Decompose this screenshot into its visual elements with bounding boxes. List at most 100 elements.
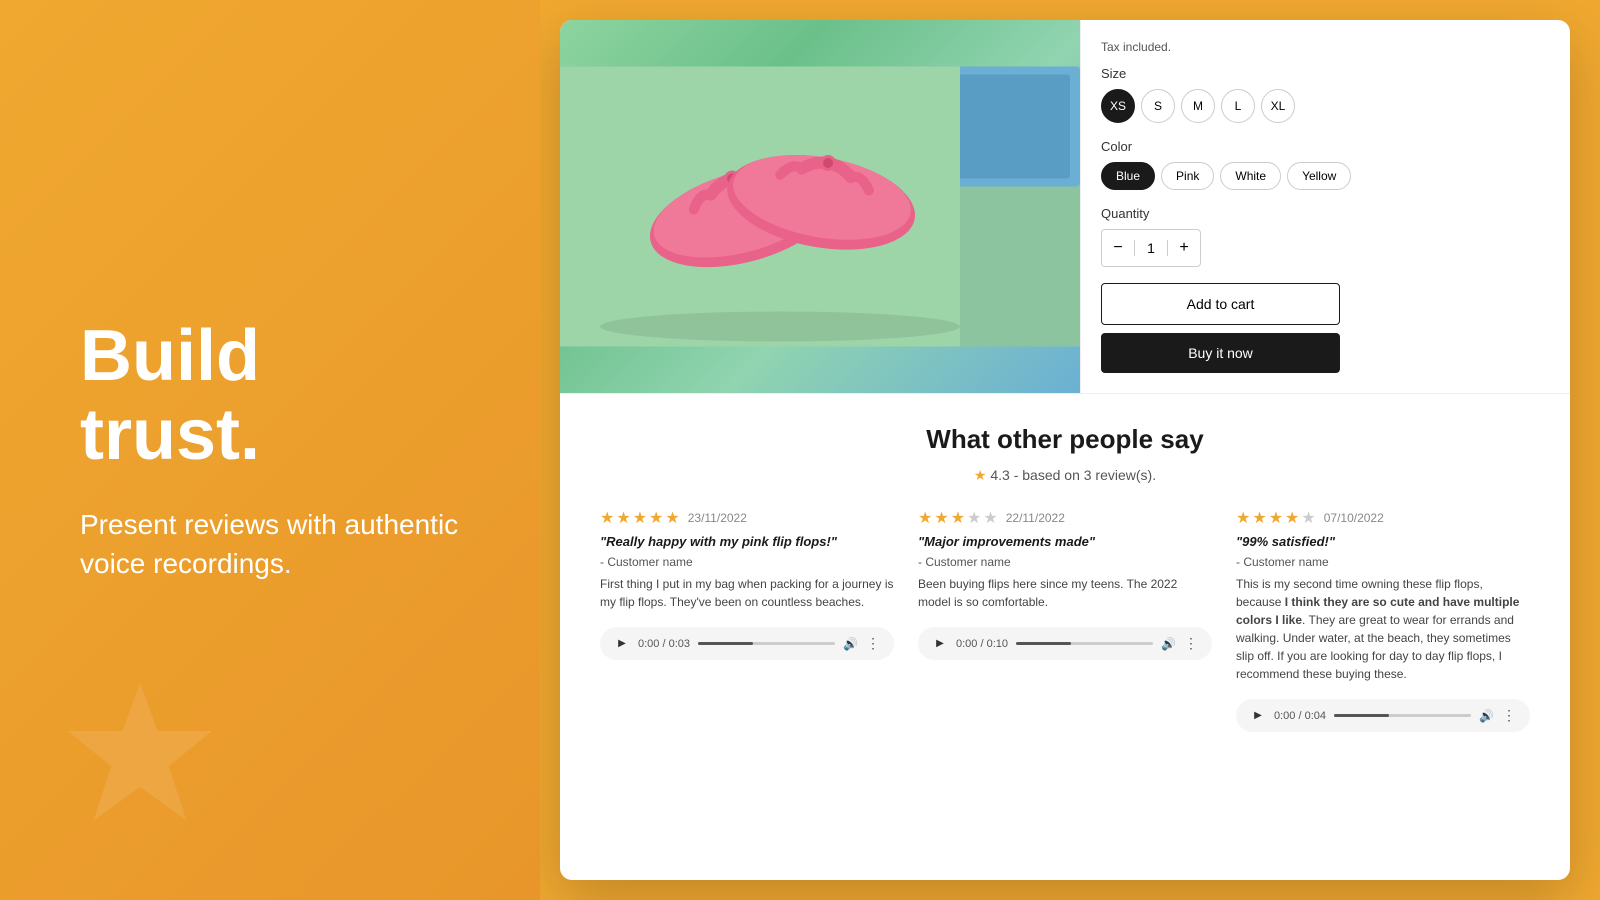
size-xl[interactable]: XL [1261,89,1295,123]
review-1-audio-player[interactable]: ▶ 0:00 / 0:03 🔊 ⋮ [600,627,894,660]
review-3-header: ★ ★ ★ ★ ★ 07/10/2022 [1236,508,1530,528]
buy-now-button[interactable]: Buy it now [1101,333,1340,373]
qty-label: Quantity [1101,206,1340,221]
review-2-header: ★ ★ ★ ★ ★ 22/11/2022 [918,508,1212,528]
review-2-title: "Major improvements made" [918,534,1212,549]
overall-star-icon: ★ [974,467,987,483]
star-icon: ★ [649,508,663,528]
star-icon: ★ [1269,508,1283,528]
color-blue[interactable]: Blue [1101,162,1155,190]
star-icon: ★ [616,508,630,528]
review-1-audio-time: 0:00 / 0:03 [638,638,690,650]
review-1-title: "Really happy with my pink flip flops!" [600,534,894,549]
star-icon: ★ [600,508,614,528]
product-sidebar: Tax included. Size XS S M L XL [1080,20,1360,393]
review-3-stars: ★ ★ ★ ★ ★ [1236,508,1316,528]
review-1-audio-progress[interactable] [698,642,835,645]
description: Present reviews with authentic voice rec… [80,505,480,583]
color-label: Color [1101,139,1340,154]
star-empty-icon: ★ [1301,508,1315,528]
size-label: Size [1101,66,1340,81]
review-card-3: ★ ★ ★ ★ ★ 07/10/2022 "99% satisfied!" - … [1236,508,1530,732]
play-icon[interactable]: ▶ [932,636,948,652]
review-3-audio-player[interactable]: ▶ 0:00 / 0:04 🔊 ⋮ [1236,699,1530,732]
review-2-audio-time: 0:00 / 0:10 [956,638,1008,650]
headline-line2: trust. [80,395,260,475]
product-image-area [560,20,1080,393]
size-m[interactable]: M [1181,89,1215,123]
review-3-progress-fill [1334,714,1389,717]
review-2-author: - Customer name [918,555,1212,569]
size-section: Size XS S M L XL [1101,66,1340,123]
review-1-progress-fill [698,642,753,645]
qty-value: 1 [1134,240,1168,256]
add-to-cart-button[interactable]: Add to cart [1101,283,1340,325]
star-empty-icon: ★ [983,508,997,528]
star-icon: ★ [1285,508,1299,528]
review-3-date: 07/10/2022 [1324,511,1384,525]
review-2-date: 22/11/2022 [1006,511,1065,525]
left-panel: Build trust. Present reviews with authen… [0,0,540,900]
play-icon[interactable]: ▶ [614,636,630,652]
star-icon: ★ [934,508,948,528]
star-icon: ★ [665,508,679,528]
qty-control: − 1 + [1101,229,1201,267]
color-pink[interactable]: Pink [1161,162,1214,190]
review-3-author: - Customer name [1236,555,1530,569]
overall-rating: ★ 4.3 - based on 3 review(s). [600,467,1530,484]
more-icon[interactable]: ⋮ [866,635,880,652]
star-empty-icon: ★ [967,508,981,528]
more-icon[interactable]: ⋮ [1502,707,1516,724]
volume-icon[interactable]: 🔊 [843,637,858,651]
product-top: Tax included. Size XS S M L XL [560,20,1570,394]
reviews-section: What other people say ★ 4.3 - based on 3… [560,394,1570,762]
browser-content: Tax included. Size XS S M L XL [560,20,1570,880]
review-1-text: First thing I put in my bag when packing… [600,575,894,611]
more-icon[interactable]: ⋮ [1184,635,1198,652]
right-panel: Tax included. Size XS S M L XL [540,0,1600,900]
star-icon: ★ [918,508,932,528]
tax-label: Tax included. [1101,40,1340,54]
review-3-audio-time: 0:00 / 0:04 [1274,710,1326,722]
qty-plus[interactable]: + [1168,230,1200,266]
star-decoration [60,675,220,840]
star-icon: ★ [1252,508,1266,528]
volume-icon[interactable]: 🔊 [1161,637,1176,651]
browser-window: Tax included. Size XS S M L XL [560,20,1570,880]
headline-line1: Build [80,316,260,396]
size-l[interactable]: L [1221,89,1255,123]
qty-minus[interactable]: − [1102,230,1134,266]
size-xs[interactable]: XS [1101,89,1135,123]
headline: Build trust. [80,317,480,475]
review-1-header: ★ ★ ★ ★ ★ 23/11/2022 [600,508,894,528]
review-1-stars: ★ ★ ★ ★ ★ [600,508,680,528]
star-icon: ★ [951,508,965,528]
volume-icon[interactable]: 🔊 [1479,709,1494,723]
review-2-progress-fill [1016,642,1071,645]
review-card-1: ★ ★ ★ ★ ★ 23/11/2022 "Really happy with … [600,508,894,732]
color-options: Blue Pink White Yellow [1101,162,1340,190]
review-3-text: This is my second time owning these flip… [1236,575,1530,683]
review-2-stars: ★ ★ ★ ★ ★ [918,508,998,528]
star-icon: ★ [633,508,647,528]
size-options: XS S M L XL [1101,89,1340,123]
color-section: Color Blue Pink White Yellow [1101,139,1340,190]
play-icon[interactable]: ▶ [1250,708,1266,724]
review-2-audio-progress[interactable] [1016,642,1153,645]
size-s[interactable]: S [1141,89,1175,123]
star-icon: ★ [1236,508,1250,528]
review-1-date: 23/11/2022 [688,511,747,525]
product-main: Tax included. Size XS S M L XL [560,20,1570,880]
color-white[interactable]: White [1220,162,1281,190]
review-3-title: "99% satisfied!" [1236,534,1530,549]
reviews-title: What other people say [600,424,1530,455]
review-2-audio-player[interactable]: ▶ 0:00 / 0:10 🔊 ⋮ [918,627,1212,660]
qty-section: Quantity − 1 + [1101,206,1340,267]
color-yellow[interactable]: Yellow [1287,162,1351,190]
review-3-audio-progress[interactable] [1334,714,1471,717]
reviews-grid: ★ ★ ★ ★ ★ 23/11/2022 "Really happy with … [600,508,1530,732]
review-card-2: ★ ★ ★ ★ ★ 22/11/2022 "Major improvements… [918,508,1212,732]
overall-rating-text: 4.3 - based on 3 review(s). [990,467,1156,483]
review-1-author: - Customer name [600,555,894,569]
review-2-text: Been buying flips here since my teens. T… [918,575,1212,611]
